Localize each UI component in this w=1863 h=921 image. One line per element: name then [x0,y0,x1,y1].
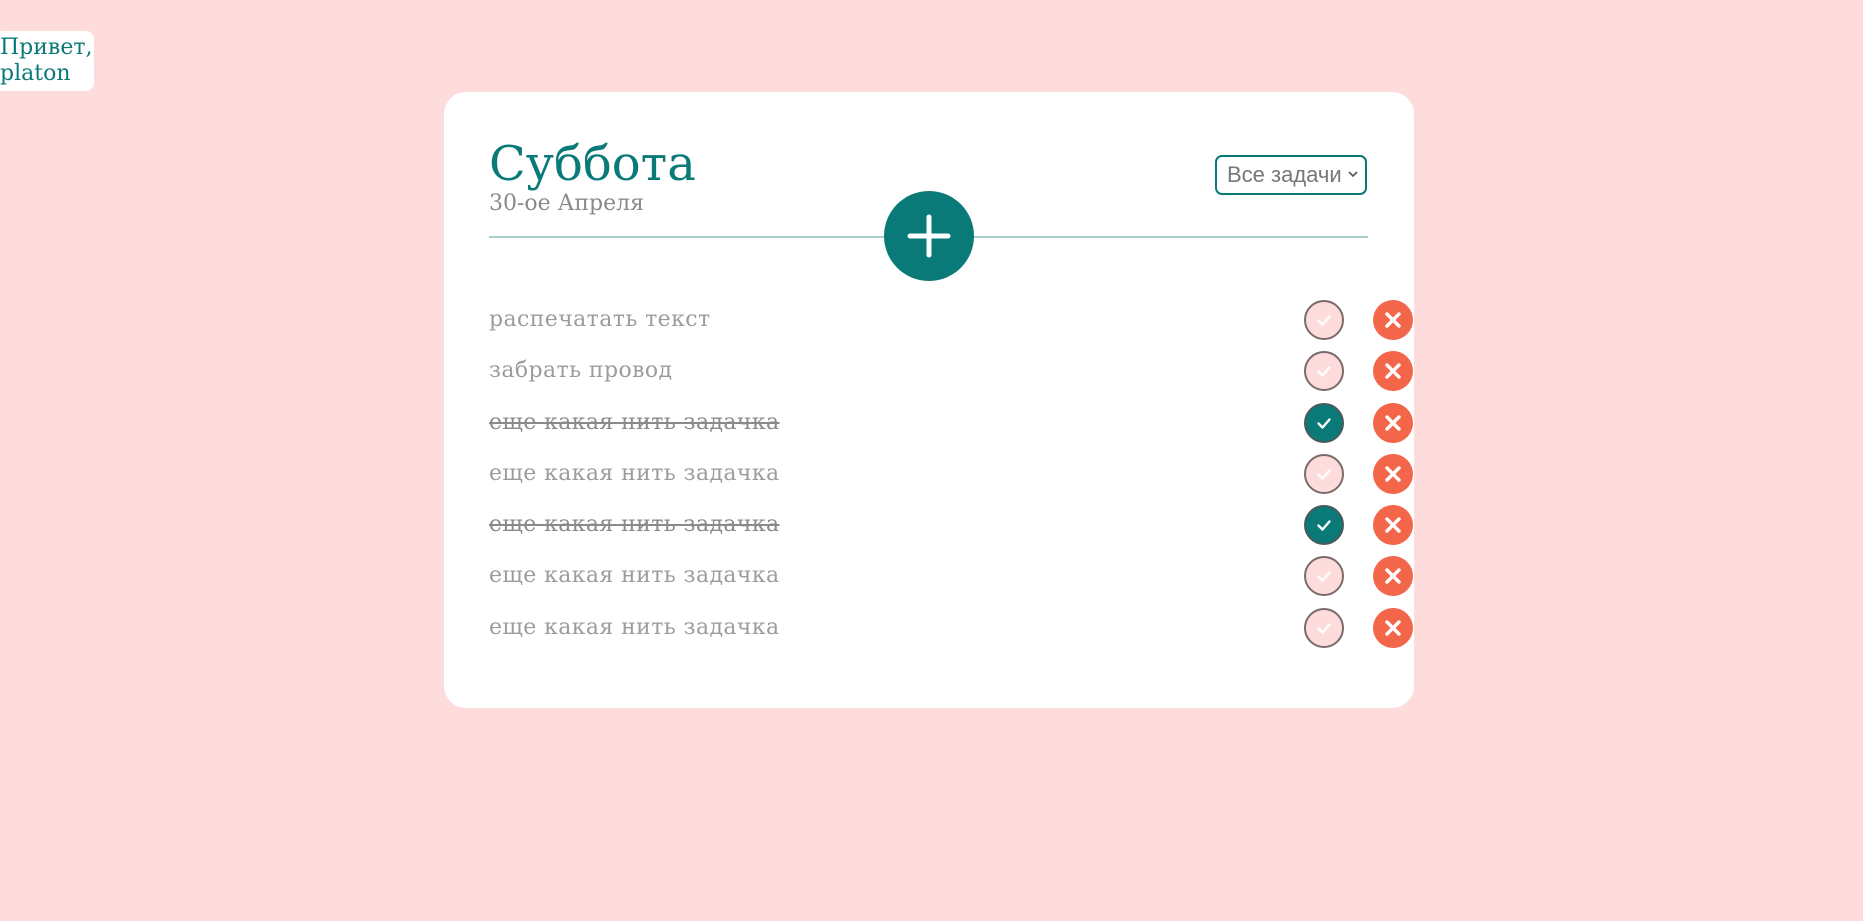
complete-task-button[interactable] [1304,300,1344,340]
delete-task-button[interactable] [1373,453,1413,494]
delete-task-button[interactable] [1373,351,1413,392]
task-text: еще какая нить задачка [489,460,780,486]
user-name: platon [0,61,71,86]
task-item: еще какая нить задачка [489,505,1413,556]
filter-selected-value: Все задачи [1227,162,1342,187]
task-item: забрать провод [489,351,1413,402]
checkmark-icon [1317,417,1331,429]
greeting-badge: Привет, platon [0,31,94,91]
day-title: Суббота [489,136,696,192]
checkmark-icon [1317,366,1331,377]
checkmark-icon [1317,315,1331,326]
checkmark-icon [1317,623,1331,634]
task-text: еще какая нить задачка [489,563,780,589]
task-list: распечатать текст забрать провод еще какая… [489,300,1413,659]
delete-task-button[interactable] [1373,402,1413,443]
x-icon [1385,414,1401,431]
task-item: еще какая нить задачка [489,402,1413,454]
complete-task-button[interactable] [1304,402,1344,443]
x-icon [1385,517,1401,533]
x-icon [1385,568,1401,585]
todo-card: Суббота 30-ое Апреля Все задачи распечат… [444,92,1414,708]
checkmark-icon [1317,469,1331,480]
task-filter-select[interactable]: Все задачи [1215,155,1367,195]
add-task-button[interactable] [884,191,974,281]
complete-task-button[interactable] [1304,351,1344,392]
task-text: распечатать текст [489,307,711,332]
delete-task-button[interactable] [1373,556,1413,597]
task-text: еще какая нить задачка [489,409,780,435]
x-icon [1385,620,1401,636]
task-text: забрать провод [489,358,673,384]
task-item: еще какая нить задачка [489,453,1413,505]
chevron-down-icon [1348,171,1358,178]
x-icon [1385,312,1401,328]
complete-task-button[interactable] [1304,453,1344,494]
task-text: еще какая нить задачка [489,512,780,538]
task-item: распечатать текст [489,300,1413,351]
checkmark-icon [1317,520,1331,531]
x-icon [1385,363,1401,379]
task-text: еще какая нить задачка [489,614,780,640]
complete-task-button[interactable] [1304,505,1344,546]
greeting-line: Привет, [0,35,93,60]
delete-task-button[interactable] [1373,505,1413,546]
plus-icon [907,214,951,258]
complete-task-button[interactable] [1304,556,1344,597]
checkmark-icon [1317,571,1331,583]
task-item: еще какая нить задачка [489,556,1413,607]
complete-task-button[interactable] [1304,607,1344,648]
date-label: 30-ое Апреля [489,191,644,216]
delete-task-button[interactable] [1373,607,1413,648]
delete-task-button[interactable] [1373,300,1413,340]
task-item: еще какая нить задачка [489,607,1413,659]
x-icon [1385,466,1401,482]
